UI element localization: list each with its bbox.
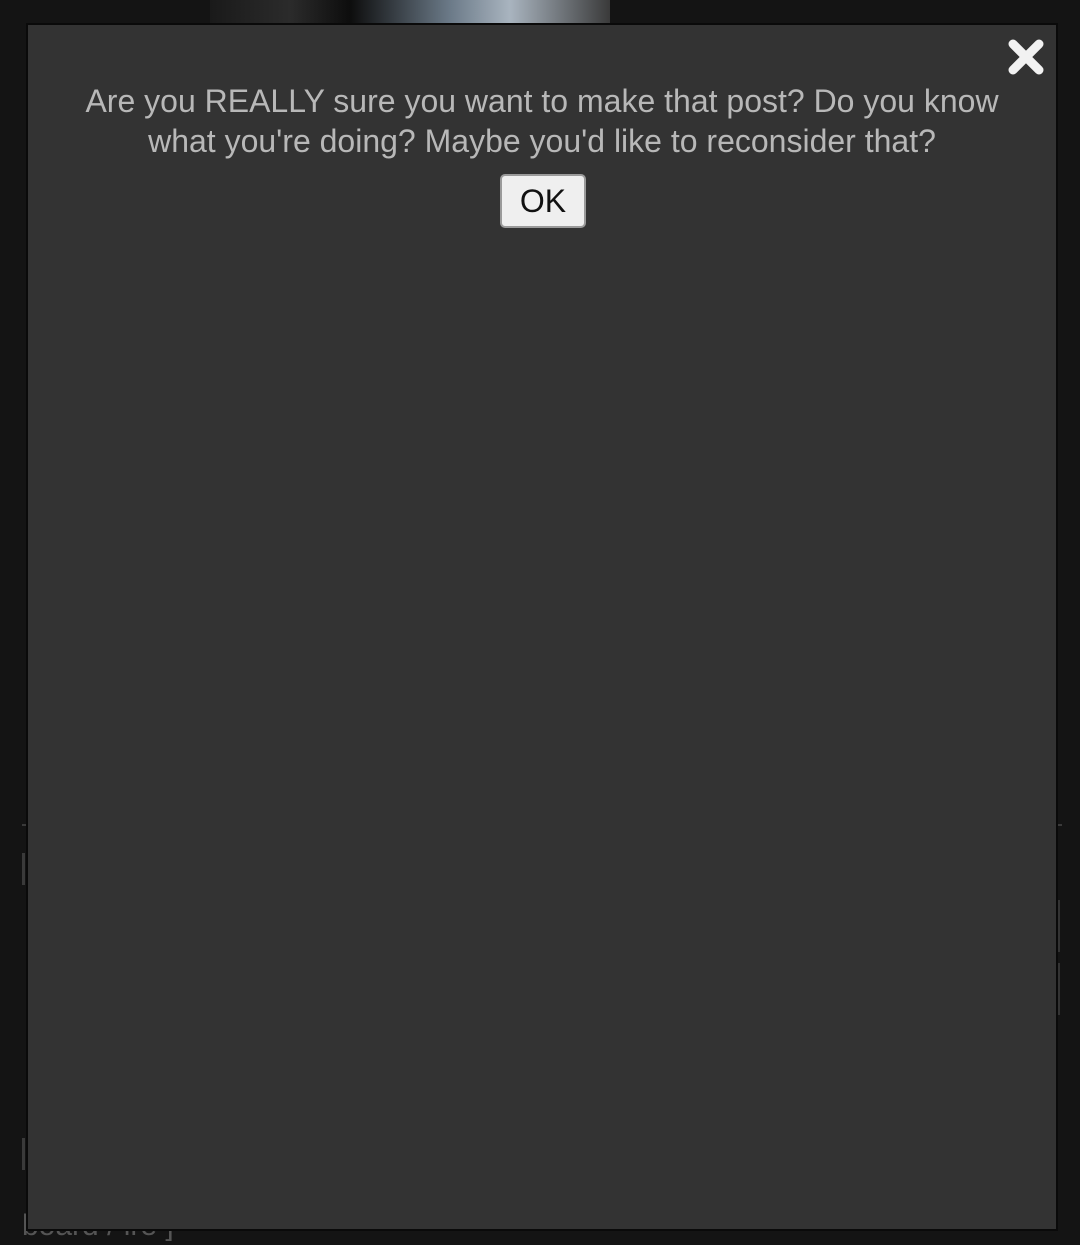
background-field-edge — [22, 1138, 25, 1170]
confirmation-dialog: Are you REALLY sure you want to make tha… — [26, 23, 1058, 1231]
dialog-message: Are you REALLY sure you want to make tha… — [85, 83, 999, 159]
background-field-edge — [22, 853, 25, 885]
close-icon — [1008, 39, 1044, 75]
background-banner-image — [210, 0, 610, 24]
close-button[interactable] — [1004, 35, 1048, 79]
ok-button[interactable]: OK — [500, 174, 586, 228]
